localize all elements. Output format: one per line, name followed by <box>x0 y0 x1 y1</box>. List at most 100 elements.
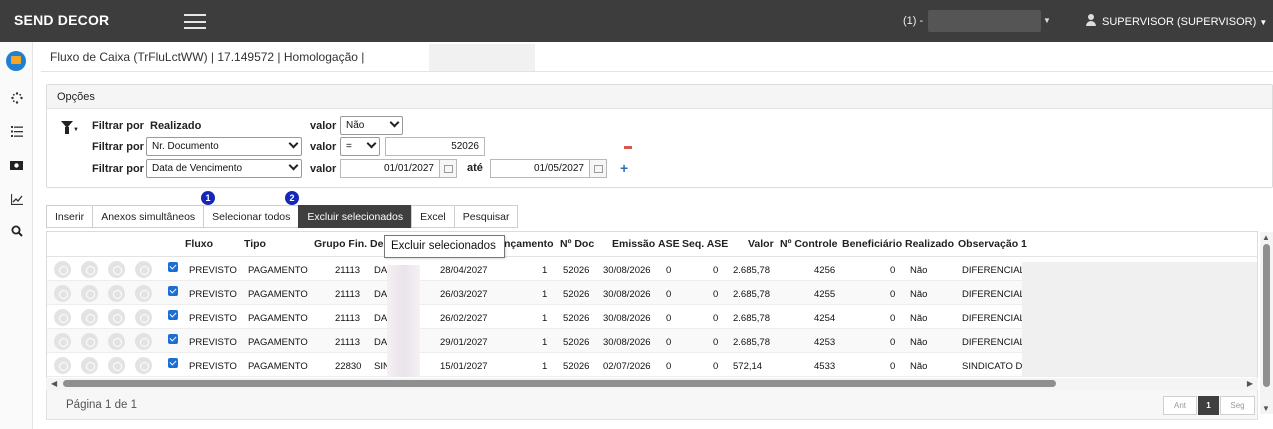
col-seq-ase[interactable]: Seq. ASE <box>682 238 728 250</box>
descricao-redacted <box>387 265 420 377</box>
cell-desc: DA <box>374 313 388 324</box>
inserir-button[interactable]: Inserir <box>46 205 93 228</box>
caret-down-icon[interactable]: ▼ <box>1043 16 1051 25</box>
cell-ndoc: 52026 <box>563 289 590 300</box>
search-icon[interactable] <box>0 220 33 242</box>
calendar-icon[interactable] <box>590 159 607 178</box>
excluir-selecionados-button[interactable]: Excluir selecionados <box>298 205 412 228</box>
realizado-value-select[interactable]: Não <box>340 116 403 135</box>
prev-page-button[interactable]: Ant <box>1163 396 1197 415</box>
excel-button[interactable]: Excel <box>411 205 454 228</box>
cell-benef: 0 <box>890 361 896 372</box>
environment-label[interactable]: (1) - <box>903 15 923 27</box>
row-checkbox[interactable] <box>168 334 178 344</box>
selecionar-todos-button[interactable]: Selecionar todos <box>203 205 299 228</box>
delete-icon[interactable] <box>108 309 125 326</box>
filter-field-select-3[interactable]: Data de Vencimento <box>146 159 302 178</box>
col-beneficiario[interactable]: Beneficiário <box>842 238 902 250</box>
spinner-icon[interactable] <box>0 87 33 109</box>
col-nr-doc[interactable]: Nº Doc <box>560 238 594 250</box>
logo-icon[interactable] <box>6 51 26 71</box>
col-emissao[interactable]: Emissão <box>612 238 655 250</box>
anexos-simultaneos-button[interactable]: Anexos simultâneos <box>92 205 204 228</box>
cell-emissao: 30/08/2026 <box>603 289 651 300</box>
cell-valor: 2.685,78 <box>733 265 770 276</box>
remove-filter-icon[interactable] <box>624 146 632 149</box>
delete-icon[interactable] <box>108 333 125 350</box>
row-checkbox[interactable] <box>168 358 178 368</box>
attach-icon[interactable] <box>135 285 152 302</box>
row-checkbox[interactable] <box>168 262 178 272</box>
row-checkbox[interactable] <box>168 286 178 296</box>
edit-icon[interactable] <box>81 309 98 326</box>
calendar-icon[interactable] <box>440 159 457 178</box>
chart-icon[interactable] <box>0 188 33 210</box>
filter-icon[interactable]: ▼ <box>61 121 79 135</box>
left-rail <box>0 42 33 429</box>
cell-emissao: 02/07/2026 <box>603 361 651 372</box>
delete-icon[interactable] <box>108 357 125 374</box>
scroll-right-icon[interactable]: ▶ <box>1247 379 1253 388</box>
edit-icon[interactable] <box>81 357 98 374</box>
view-icon[interactable] <box>54 285 71 302</box>
edit-icon[interactable] <box>81 333 98 350</box>
view-icon[interactable] <box>54 309 71 326</box>
pesquisar-button[interactable]: Pesquisar <box>453 205 519 228</box>
col-nr-controle[interactable]: Nº Controle <box>780 238 838 250</box>
attach-icon[interactable] <box>135 333 152 350</box>
brand-logo[interactable]: SEND DECOR <box>14 12 109 28</box>
horizontal-scrollbar[interactable]: ◀ ▶ <box>46 378 1258 390</box>
filter-field-select-2[interactable]: Nr. Documento <box>146 137 302 156</box>
delete-icon[interactable] <box>108 261 125 278</box>
user-icon <box>1085 14 1097 26</box>
grid-footer: Página 1 de 1 Ant 1 Seg <box>46 390 1258 420</box>
col-ase[interactable]: ASE <box>658 238 680 250</box>
edit-icon[interactable] <box>81 285 98 302</box>
view-icon[interactable] <box>54 261 71 278</box>
cell-lanc: 1 <box>542 313 548 324</box>
cell-fluxo: PREVISTO <box>189 337 237 348</box>
cell-controle: 4256 <box>814 265 836 276</box>
col-valor[interactable]: Valor <box>748 238 774 250</box>
next-page-button[interactable]: Seg <box>1220 396 1255 415</box>
add-filter-icon[interactable]: + <box>620 160 628 176</box>
col-grupo-fin[interactable]: Grupo Fin. <box>314 238 367 250</box>
col-realizado[interactable]: Realizado <box>905 238 954 250</box>
filter-field-3: Data de Vencimento <box>152 163 243 174</box>
nr-documento-input[interactable]: 52026 <box>385 137 485 156</box>
row-checkbox[interactable] <box>168 310 178 320</box>
current-page-button[interactable]: 1 <box>1198 396 1219 415</box>
scroll-left-icon[interactable]: ◀ <box>51 379 57 388</box>
hamburger-menu-icon[interactable] <box>184 14 206 29</box>
col-fluxo[interactable]: Fluxo <box>185 238 213 250</box>
attach-icon[interactable] <box>135 261 152 278</box>
vertical-scroll-thumb[interactable] <box>1263 244 1270 387</box>
options-heading[interactable]: Opções <box>47 85 1272 109</box>
edit-icon[interactable] <box>81 261 98 278</box>
operator-select[interactable]: = <box>340 137 380 156</box>
view-icon[interactable] <box>54 333 71 350</box>
user-menu[interactable]: SUPERVISOR (SUPERVISOR) ▼ <box>1085 14 1267 28</box>
ate-label: até <box>467 162 483 174</box>
horizontal-scroll-thumb[interactable] <box>63 380 1056 387</box>
date-from-input[interactable]: 01/01/2027 <box>340 159 440 178</box>
col-lancamento[interactable]: nçamento <box>504 238 554 250</box>
list-icon[interactable] <box>0 120 33 142</box>
cell-ndoc: 52026 <box>563 313 590 324</box>
date-to-input[interactable]: 01/05/2027 <box>490 159 590 178</box>
scroll-down-icon[interactable]: ▼ <box>1262 404 1270 413</box>
col-observacao[interactable]: Observação 1 <box>958 238 1027 250</box>
delete-icon[interactable] <box>108 285 125 302</box>
attach-icon[interactable] <box>135 309 152 326</box>
col-tipo[interactable]: Tipo <box>244 238 266 250</box>
view-icon[interactable] <box>54 357 71 374</box>
cell-grupo: 21113 <box>335 313 361 324</box>
scroll-up-icon[interactable]: ▲ <box>1262 233 1270 242</box>
cell-seq: 0 <box>713 361 719 372</box>
top-bar: SEND DECOR (1) - ▼ SUPERVISOR (SUPERVISO… <box>0 0 1273 42</box>
cell-seq: 0 <box>713 313 719 324</box>
cell-seq: 0 <box>713 337 719 348</box>
vertical-scrollbar[interactable]: ▲ ▼ <box>1260 232 1273 414</box>
money-icon[interactable] <box>0 154 33 176</box>
attach-icon[interactable] <box>135 357 152 374</box>
